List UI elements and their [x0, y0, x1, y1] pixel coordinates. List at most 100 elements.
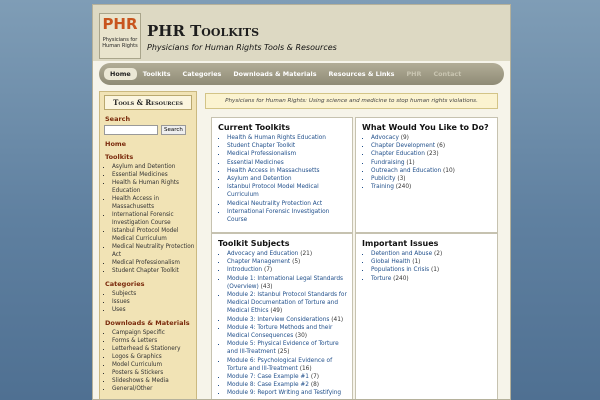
- toolkits-heading: Toolkits: [105, 153, 134, 161]
- logo-mark: PHR: [102, 15, 138, 33]
- list-item: Module 5: Physical Evidence of Torture a…: [227, 340, 348, 356]
- list-item-link[interactable]: Module 2: Istanbul Protocol Standards fo…: [227, 292, 347, 314]
- sidebar-toolkit-item[interactable]: Medical Neutrality Protection Act: [112, 243, 196, 259]
- list-item-link[interactable]: Publicity: [371, 176, 395, 182]
- sidebar-toolkits-list: Asylum and DetentionEssential MedicinesH…: [100, 163, 196, 275]
- list-item-link[interactable]: Module 4: Torture Methods and their Medi…: [227, 325, 332, 339]
- sidebar-download-item[interactable]: Slideshows & Media: [112, 377, 196, 385]
- list-item-link[interactable]: Module 1: International Legal Standards …: [227, 276, 343, 290]
- sidebar-toolkit-item[interactable]: Asylum and Detention: [112, 163, 196, 171]
- page-container: PHR Physicians for Human Rights PHR Tool…: [92, 4, 511, 400]
- list-item-link[interactable]: Module 3: Interview Considerations: [227, 317, 329, 323]
- list-item-link[interactable]: Outreach and Education: [371, 168, 441, 174]
- logo-subtitle: Physicians for Human Rights: [102, 37, 138, 49]
- phr-logo[interactable]: PHR Physicians for Human Rights: [99, 13, 141, 59]
- list-item-link[interactable]: Medical Neutrality Protection Act: [227, 201, 322, 207]
- sidebar-category-item[interactable]: Subjects: [112, 290, 196, 298]
- list-item: Populations in Crisis (1): [371, 266, 493, 274]
- list-item-link[interactable]: Module 6: Psychological Evidence of Tort…: [227, 358, 332, 372]
- item-count: (16): [299, 365, 312, 372]
- sidebar-download-item[interactable]: Campaign Specific: [112, 329, 196, 337]
- sidebar-toolkit-item[interactable]: Health Access in Massachusetts: [112, 195, 196, 211]
- item-count: (25): [277, 349, 290, 356]
- toolkit-subjects-box: Toolkit Subjects Advocacy and Education …: [211, 233, 353, 399]
- list-item-link[interactable]: Chapter Development: [371, 143, 435, 149]
- list-item: Medical Neutrality Protection Act: [227, 200, 348, 208]
- sidebar-download-item[interactable]: Letterhead & Stationery: [112, 345, 196, 353]
- list-item-link[interactable]: Student Chapter Toolkit: [227, 143, 295, 149]
- list-item-link[interactable]: Essential Medicines: [227, 160, 284, 166]
- list-item-link[interactable]: Detention and Abuse: [371, 251, 432, 257]
- list-item-link[interactable]: Advocacy: [371, 135, 399, 141]
- nav-item-home[interactable]: Home: [104, 68, 137, 80]
- item-count: (2): [434, 251, 443, 257]
- list-item: Module 9: Report Writing and Testifying …: [227, 389, 348, 399]
- item-count: (1): [406, 159, 415, 166]
- sidebar-download-item[interactable]: General/Other: [112, 385, 196, 393]
- sidebar-toolkit-item[interactable]: Medical Professionalism: [112, 259, 196, 267]
- nav-item-categories[interactable]: Categories: [177, 68, 228, 80]
- list-item: Module 6: Psychological Evidence of Tort…: [227, 357, 348, 373]
- list-item-link[interactable]: Health Access in Massachusetts: [227, 168, 320, 174]
- list-item: Advocacy (9): [371, 134, 493, 142]
- search-button[interactable]: Search: [161, 125, 186, 135]
- sidebar-toolkit-item[interactable]: International Forensic Investigation Cou…: [112, 211, 196, 227]
- sidebar-download-item[interactable]: Model Curriculum: [112, 361, 196, 369]
- search-input[interactable]: [104, 125, 158, 135]
- sidebar-download-item[interactable]: Posters & Stickers: [112, 369, 196, 377]
- list-item: Detention and Abuse (2): [371, 250, 493, 258]
- list-item: International Forensic Investigation Cou…: [227, 208, 348, 224]
- sidebar-toolkit-item[interactable]: Istanbul Protocol Model Medical Curricul…: [112, 227, 196, 243]
- item-count: (10): [443, 167, 455, 174]
- list-item-link[interactable]: Medical Professionalism: [227, 151, 296, 157]
- list-item: Introduction (7): [227, 266, 348, 274]
- nav-item-phr[interactable]: PHR: [400, 68, 427, 80]
- sidebar-category-item[interactable]: Uses: [112, 306, 196, 314]
- current-toolkits-box: Current Toolkits Health & Human Rights E…: [211, 117, 353, 233]
- list-item-link[interactable]: Introduction: [227, 267, 262, 273]
- list-item: Torture (240): [371, 275, 493, 283]
- list-item: Medical Professionalism: [227, 150, 348, 158]
- list-item-link[interactable]: Istanbul Protocol Model Medical Curricul…: [227, 184, 319, 198]
- list-item-link[interactable]: Chapter Management: [227, 259, 290, 265]
- sidebar-download-item[interactable]: Logos & Graphics: [112, 353, 196, 361]
- list-item: Module 3: Interview Considerations (41): [227, 316, 348, 324]
- list-item-link[interactable]: Torture: [371, 276, 391, 282]
- list-item-link[interactable]: Module 8: Case Example #2: [227, 382, 309, 388]
- list-item-link[interactable]: International Forensic Investigation Cou…: [227, 209, 329, 223]
- sidebar-category-item[interactable]: Issues: [112, 298, 196, 306]
- list-item-link[interactable]: Fundraising: [371, 160, 405, 166]
- item-count: (30): [295, 333, 308, 340]
- nav-item-contact[interactable]: Contact: [427, 68, 467, 80]
- list-item: Module 1: International Legal Standards …: [227, 275, 348, 291]
- list-item-link[interactable]: Health & Human Rights Education: [227, 135, 326, 141]
- sidebar-toolkit-item[interactable]: Student Chapter Toolkit: [112, 267, 196, 275]
- list-item-link[interactable]: Populations in Crisis: [371, 267, 429, 273]
- list-item: Istanbul Protocol Model Medical Curricul…: [227, 183, 348, 199]
- list-item-link[interactable]: Training: [371, 184, 394, 190]
- item-count: (9): [400, 135, 409, 141]
- would-like-title: What Would You Like to Do?: [362, 123, 489, 132]
- site-header: PHR Physicians for Human Rights PHR Tool…: [93, 5, 510, 61]
- list-item: Publicity (3): [371, 175, 493, 183]
- list-item-link[interactable]: Module 9: Report Writing and Testifying …: [227, 390, 341, 399]
- sidebar-toolkit-item[interactable]: Health & Human Rights Education: [112, 179, 196, 195]
- sidebar-download-item[interactable]: Forms & Letters: [112, 337, 196, 345]
- list-item-link[interactable]: Module 7: Case Example #1: [227, 374, 309, 380]
- list-item: Global Health (1): [371, 258, 493, 266]
- nav-item-resources-links[interactable]: Resources & Links: [323, 68, 401, 80]
- sidebar-toolkit-item[interactable]: Essential Medicines: [112, 171, 196, 179]
- list-item: Chapter Education (23): [371, 150, 493, 158]
- list-item: Module 4: Torture Methods and their Medi…: [227, 324, 348, 340]
- item-count: (21): [300, 251, 313, 257]
- sidebar-home-link[interactable]: Home: [105, 140, 196, 148]
- sidebar-downloads-list: Campaign SpecificForms & LettersLetterhe…: [100, 329, 196, 393]
- list-item-link[interactable]: Chapter Education: [371, 151, 425, 157]
- list-item-link[interactable]: Advocacy and Education: [227, 251, 298, 257]
- list-item-link[interactable]: Asylum and Detention: [227, 176, 292, 182]
- nav-item-toolkits[interactable]: Toolkits: [137, 68, 177, 80]
- item-count: (41): [331, 316, 344, 323]
- list-item: Module 7: Case Example #1 (7): [227, 373, 348, 381]
- nav-item-downloads-materials[interactable]: Downloads & Materials: [227, 68, 322, 80]
- list-item-link[interactable]: Global Health: [371, 259, 410, 265]
